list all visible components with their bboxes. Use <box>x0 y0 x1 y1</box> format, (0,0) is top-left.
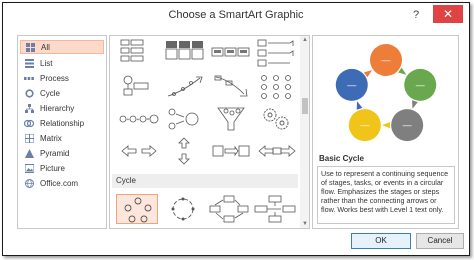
grid-icon <box>25 42 35 52</box>
category-hierarchy[interactable]: Hierarchy <box>20 101 104 115</box>
preview-panel: — — — — — Basic Cycle Use to represent a con… <box>312 35 459 229</box>
cycle-node-label: — <box>347 80 356 90</box>
category-matrix[interactable]: Matrix <box>20 131 104 145</box>
layout-thumbnail[interactable] <box>256 38 298 68</box>
cycle-node-label: — <box>403 120 412 130</box>
layout-thumbnail[interactable] <box>254 194 296 224</box>
smartart-dialog: Choose a SmartArt Graphic ? ✕ All List P… <box>2 2 470 256</box>
scroll-down-icon[interactable]: ▼ <box>302 220 308 228</box>
layout-thumbnail[interactable] <box>256 136 298 166</box>
category-picture[interactable]: Picture <box>20 161 104 175</box>
layout-thumbnail[interactable] <box>210 136 252 166</box>
category-process[interactable]: Process <box>20 71 104 85</box>
layout-thumbnail[interactable] <box>118 72 160 102</box>
layout-thumbnail[interactable] <box>164 104 206 134</box>
category-label: All <box>41 42 50 52</box>
cancel-button[interactable]: Cancel <box>416 233 464 249</box>
relationship-icon <box>24 118 34 128</box>
cycle-node-label: — <box>416 80 425 90</box>
layout-thumbnail[interactable] <box>210 104 252 134</box>
cycle-arrow <box>412 100 418 109</box>
category-label: List <box>40 58 53 68</box>
layout-thumbnail[interactable] <box>118 136 160 166</box>
layout-thumbnail-basic-cycle[interactable] <box>116 194 158 224</box>
preview-description: Use to represent a continuing sequence o… <box>317 166 455 224</box>
cycle-arrow <box>356 101 363 110</box>
globe-icon <box>24 178 34 188</box>
category-cycle[interactable]: Cycle <box>20 86 104 100</box>
svg-text:+: + <box>137 117 140 123</box>
cycle-node-label: — <box>382 55 391 65</box>
category-label: Hierarchy <box>40 103 75 113</box>
cycle-node-label: — <box>360 120 369 130</box>
layout-thumbnail[interactable] <box>208 194 250 224</box>
category-office-com[interactable]: Office.com <box>20 176 104 190</box>
layout-gallery: + + = Cycle ▲ ▼ <box>109 35 310 229</box>
layout-thumbnail[interactable] <box>118 38 160 68</box>
svg-text:=: = <box>147 117 150 123</box>
layout-thumbnail[interactable]: + + = <box>118 104 160 134</box>
ok-button[interactable]: OK <box>351 233 411 249</box>
category-pyramid[interactable]: Pyramid <box>20 146 104 160</box>
layout-thumbnail[interactable] <box>164 38 206 68</box>
svg-text:+: + <box>127 117 130 123</box>
layout-thumbnail[interactable] <box>162 194 204 224</box>
gallery-scrollbar[interactable]: ▲ ▼ <box>300 36 309 228</box>
layout-thumbnail[interactable] <box>210 72 252 102</box>
category-label: Relationship <box>40 118 85 128</box>
category-label: Cycle <box>40 88 61 98</box>
category-list-item[interactable]: List <box>20 56 104 70</box>
layout-thumbnail[interactable] <box>164 72 206 102</box>
cycle-arrow <box>363 70 373 78</box>
layout-thumbnail[interactable] <box>210 38 252 68</box>
layout-thumbnail[interactable] <box>164 136 206 166</box>
category-label: Picture <box>40 163 65 173</box>
category-list: All List Process Cycle Hierarchy Relatio… <box>17 35 107 229</box>
category-label: Pyramid <box>40 148 70 158</box>
section-header-cycle: Cycle <box>112 174 298 188</box>
category-relationship[interactable]: Relationship <box>20 116 104 130</box>
title-bar: Choose a SmartArt Graphic ? ✕ <box>3 3 469 27</box>
close-button[interactable]: ✕ <box>433 5 463 23</box>
list-icon <box>24 58 34 68</box>
dialog-title: Choose a SmartArt Graphic <box>168 9 304 21</box>
cycle-arrow <box>398 67 407 75</box>
help-button[interactable]: ? <box>408 7 424 23</box>
layout-thumbnail[interactable] <box>256 104 298 134</box>
matrix-icon <box>24 133 34 143</box>
cycle-icon <box>24 88 34 98</box>
category-label: Office.com <box>40 178 79 188</box>
hierarchy-icon <box>24 103 34 113</box>
scroll-thumb[interactable] <box>302 98 308 114</box>
scroll-up-icon[interactable]: ▲ <box>302 36 308 44</box>
category-label: Process <box>40 73 69 83</box>
cycle-arrow <box>382 122 390 129</box>
process-icon <box>24 73 34 83</box>
picture-icon <box>24 163 34 173</box>
preview-image: — — — — — <box>315 38 456 154</box>
layout-thumbnail[interactable] <box>256 72 298 102</box>
pyramid-icon <box>24 148 34 158</box>
category-all[interactable]: All <box>20 40 104 54</box>
category-label: Matrix <box>40 133 62 143</box>
preview-title: Basic Cycle <box>319 154 364 163</box>
